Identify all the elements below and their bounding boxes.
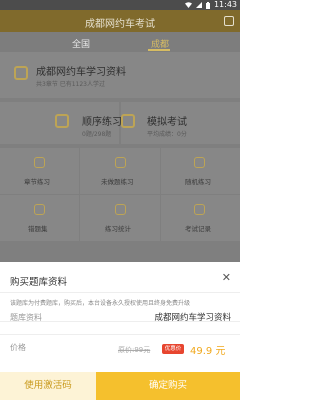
bank-label: 题库资料 [10,313,42,322]
grid-item-random[interactable]: 随机练习 [161,148,240,194]
stats-icon [115,204,126,215]
undone-icon [115,157,126,168]
stats-label: 练习统计 [105,225,131,233]
grid-item-stats[interactable]: 练习统计 [80,195,160,241]
sheet-description: 该题库为付费题库，购买后，本台设备永久授权使用且终身免费升级 [10,300,191,307]
tab-national[interactable]: 全国 [72,37,90,50]
discount-price: 49.9 元 [190,346,226,357]
page-title: 成都网约车考试 [85,19,155,30]
activation-code-button[interactable]: 使用激活码 [0,372,96,400]
bank-value: 成都网约车学习资料 [154,313,231,323]
original-price: 原价:99元 [118,346,151,354]
main-content: 成都网约车学习资料 共3章节 已有1123人学过 顺序练习 0题/298题 模拟… [0,52,240,262]
random-icon [194,157,205,168]
study-card[interactable]: 成都网约车学习资料 共3章节 已有1123人学过 [0,52,240,98]
mock-exam-score: 平均成绩：0分 [147,131,187,138]
grid-item-chapter[interactable]: 章节练习 [0,148,79,194]
tab-indicator [148,49,170,51]
mistakes-label: 错题集 [28,225,48,233]
battery-icon [205,1,210,9]
undone-label: 未做题练习 [101,178,134,186]
divider [0,334,240,335]
random-label: 随机练习 [185,178,211,186]
sequential-practice-card[interactable]: 顺序练习 0题/298题 [0,102,122,144]
sheet-title: 购买题库资料 [10,277,68,288]
grid-item-mistakes[interactable]: 错题集 [0,195,79,241]
chapter-label: 章节练习 [24,178,50,186]
confirm-purchase-button[interactable]: 确定购买 [96,372,240,400]
wifi-icon [184,2,192,8]
mock-exam-card[interactable]: 模拟考试 平均成绩：0分 [121,102,240,144]
price-label: 价格 [10,343,26,352]
sequential-progress: 0题/298题 [82,131,112,138]
mock-exam-title: 模拟考试 [147,117,187,128]
records-label: 考试记录 [185,225,211,233]
status-icons: 11:43 [184,0,237,10]
discount-badge: 优惠价 [162,344,184,354]
mistakes-icon [34,204,45,215]
signal-icon [195,2,202,8]
share-icon[interactable] [224,16,234,26]
practice-icon [55,114,69,128]
status-time: 11:43 [213,0,237,9]
book-icon [14,66,28,80]
status-bar: 11:43 [0,0,240,10]
region-tabs: 全国 成都 [0,32,240,52]
divider [0,292,240,293]
exam-icon [121,114,135,128]
study-title: 成都网约车学习资料 [36,67,126,78]
sequential-title: 顺序练习 [82,117,122,128]
chapter-icon [34,157,45,168]
records-icon [194,204,205,215]
app-header: 成都网约车考试 [0,10,240,32]
study-subtitle: 共3章节 已有1123人学过 [36,81,105,88]
grid-item-undone[interactable]: 未做题练习 [80,148,160,194]
grid-item-exam-records[interactable]: 考试记录 [161,195,240,241]
close-icon[interactable]: ✕ [222,272,231,284]
